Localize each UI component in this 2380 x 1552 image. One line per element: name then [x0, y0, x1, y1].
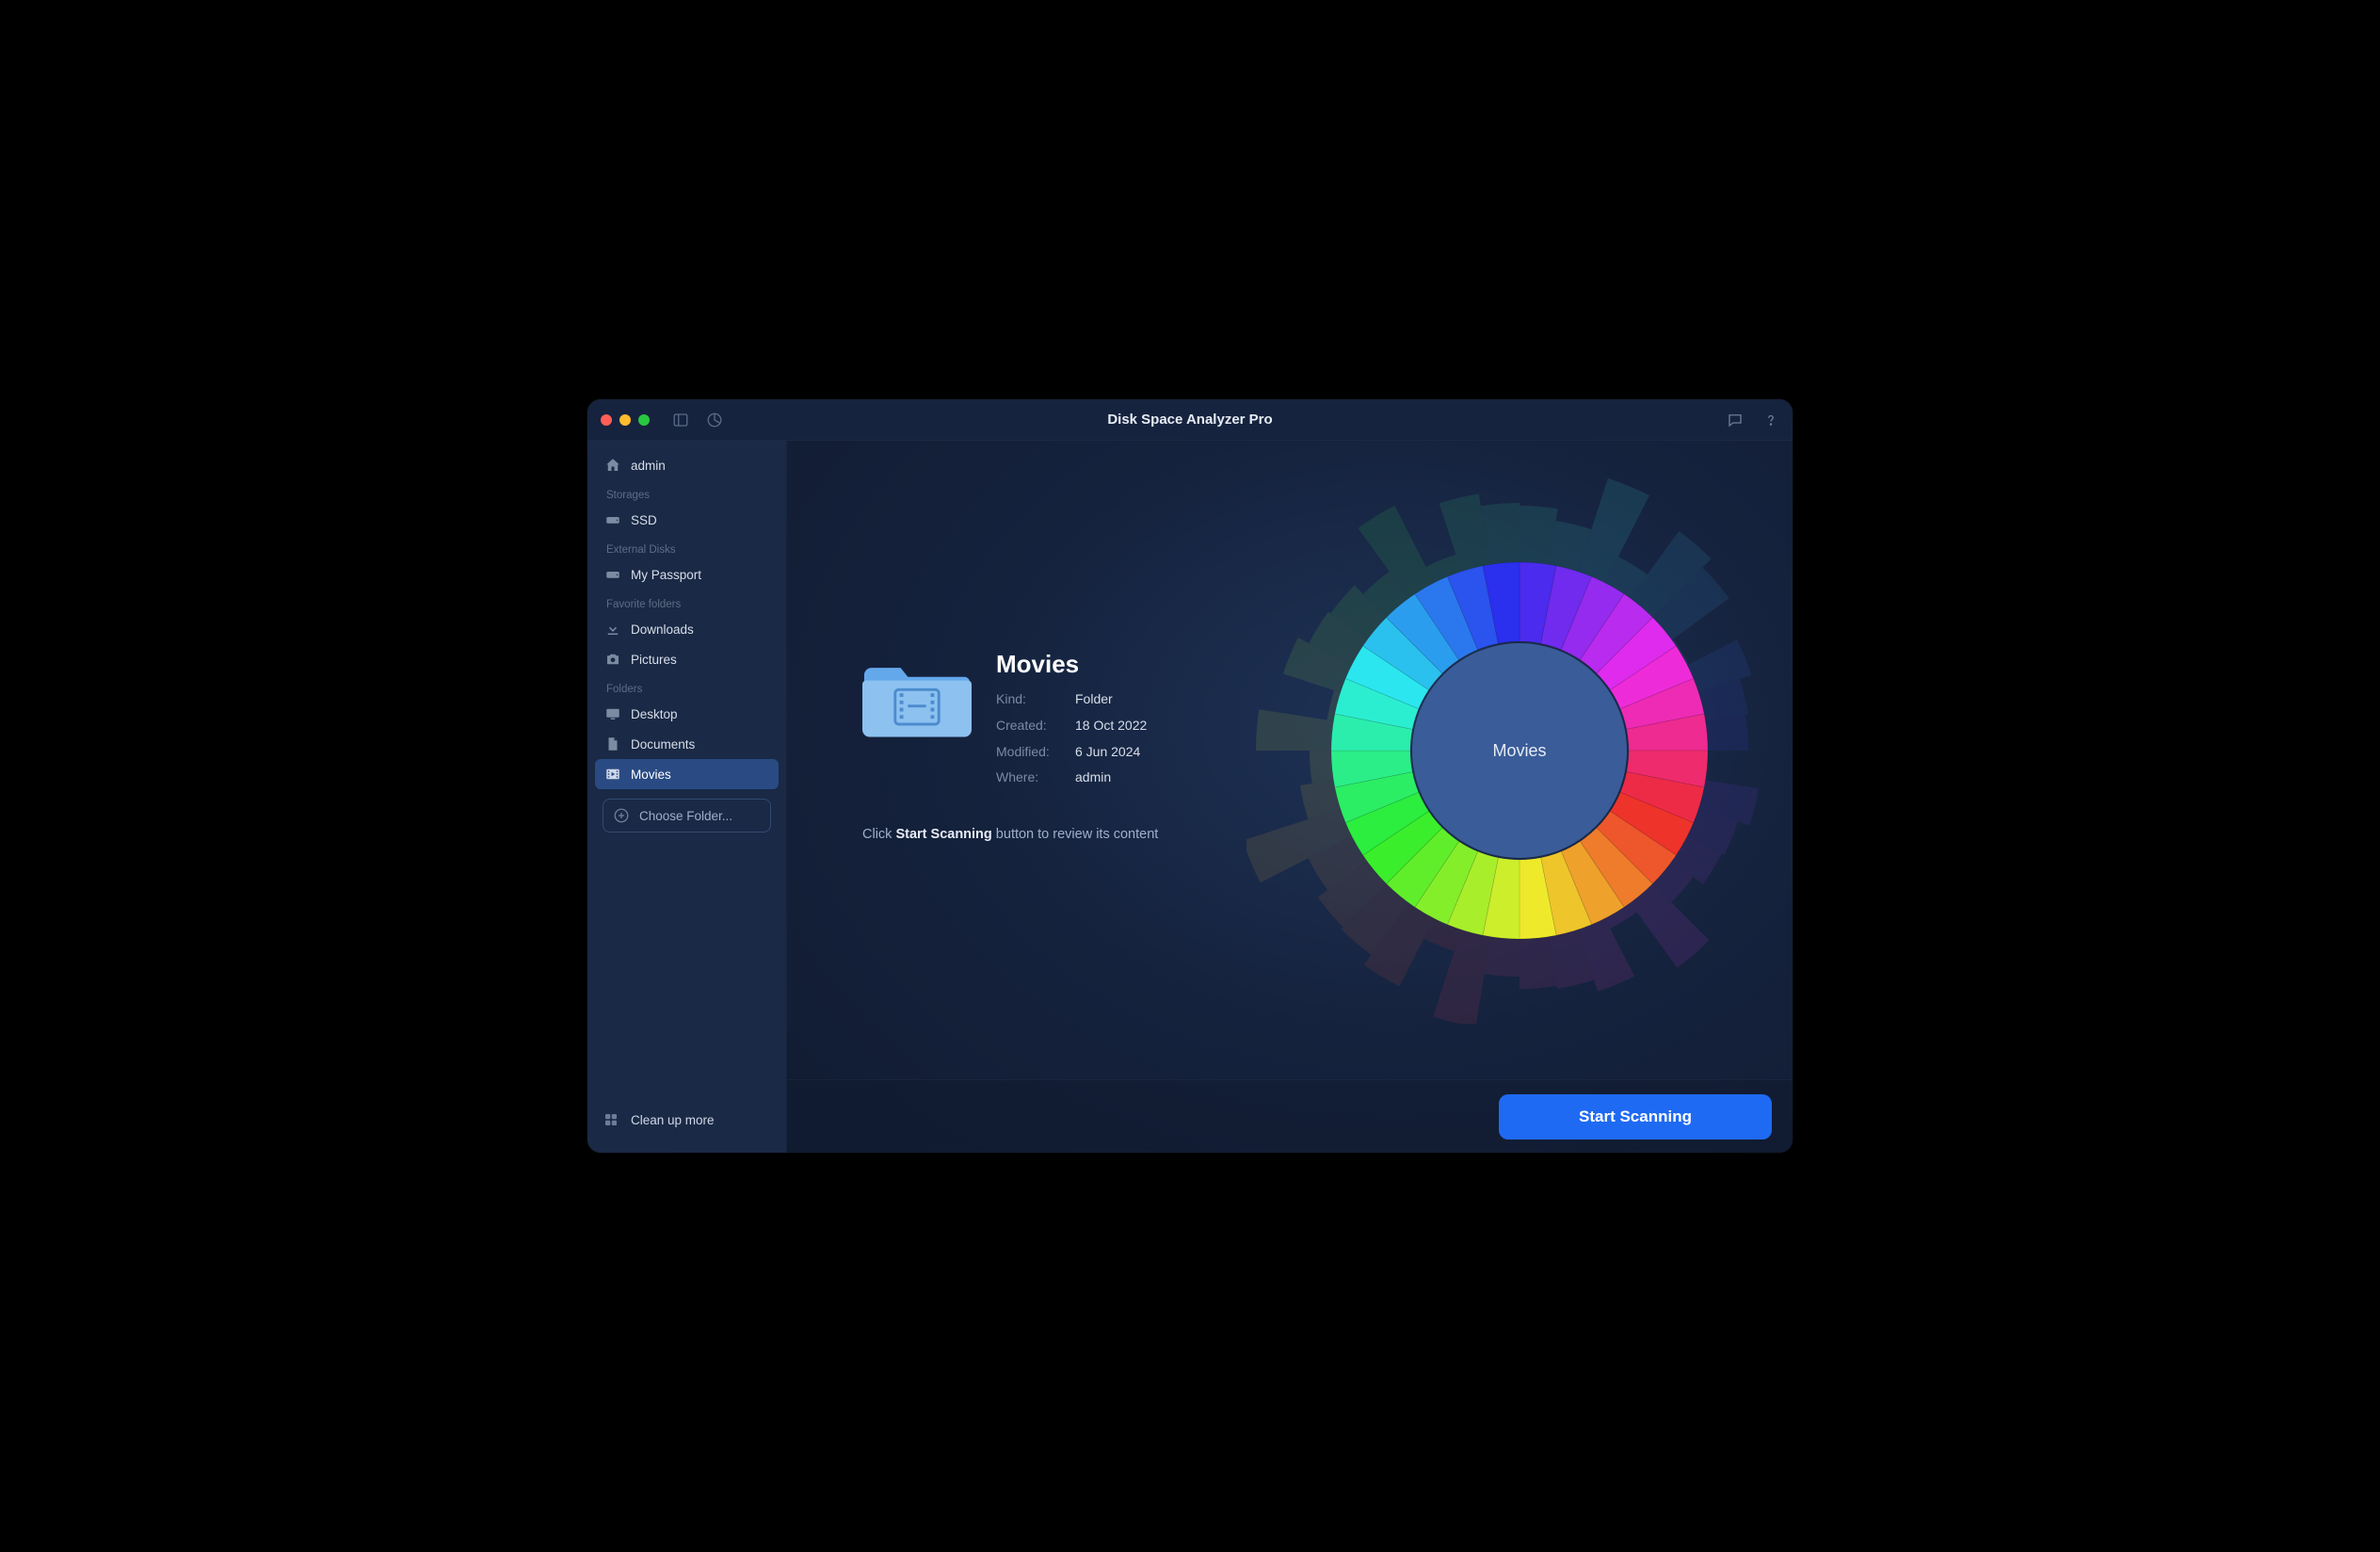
info-value: Folder [1075, 688, 1113, 711]
main-panel: Movies Kind: Folder Created: 18 Oct 2022 M… [787, 441, 1793, 1153]
sidebar-item-label: Downloads [631, 622, 694, 637]
sidebar-item-documents[interactable]: Documents [595, 729, 779, 759]
plus-circle-icon [613, 807, 630, 824]
info-label: Kind: [996, 688, 1062, 711]
sidebar-item-label: admin [631, 459, 666, 473]
sidebar-item-desktop[interactable]: Desktop [595, 699, 779, 729]
cleanup-more-button[interactable]: Clean up more [587, 1100, 786, 1140]
app-window: Disk Space Analyzer Pro admin Storages [587, 399, 1793, 1153]
drive-icon [604, 511, 621, 528]
camera-icon [604, 651, 621, 668]
sidebar: admin Storages SSD External Disks My Pas… [587, 441, 787, 1153]
download-icon [604, 621, 621, 638]
choose-folder-button[interactable]: Choose Folder... [603, 799, 771, 833]
minimize-window-button[interactable] [619, 414, 631, 426]
start-scanning-button[interactable]: Start Scanning [1499, 1094, 1772, 1140]
info-value: admin [1075, 767, 1111, 789]
folder-info: Movies Kind: Folder Created: 18 Oct 2022 M… [862, 650, 1267, 842]
choose-folder-label: Choose Folder... [639, 809, 732, 823]
titlebar: Disk Space Analyzer Pro [587, 399, 1793, 441]
sidebar-section-header: Storages [595, 480, 779, 505]
movie-icon [604, 766, 621, 783]
grid-icon [603, 1111, 619, 1128]
sidebar-item-label: Documents [631, 737, 695, 752]
maximize-window-button[interactable] [638, 414, 650, 426]
sidebar-toggle-icon[interactable] [672, 412, 689, 428]
sidebar-item-label: Pictures [631, 653, 677, 667]
sidebar-section-header: Folders [595, 674, 779, 699]
close-window-button[interactable] [601, 414, 612, 426]
sidebar-item-ssd[interactable]: SSD [595, 505, 779, 535]
sidebar-item-movies[interactable]: Movies [595, 759, 779, 789]
window-title: Disk Space Analyzer Pro [587, 412, 1793, 428]
sidebar-item-pictures[interactable]: Pictures [595, 644, 779, 674]
help-icon[interactable] [1762, 412, 1779, 428]
movies-folder-icon [862, 650, 972, 744]
sidebar-item-label: Movies [631, 768, 671, 782]
monitor-icon [604, 705, 621, 722]
sidebar-item-label: Desktop [631, 707, 678, 721]
sunburst-chart: Movies [1312, 543, 1727, 958]
scan-hint: Click Start Scanning button to review it… [862, 827, 1267, 842]
info-label: Created: [996, 715, 1062, 737]
window-controls [601, 414, 650, 426]
cleanup-more-label: Clean up more [631, 1113, 715, 1127]
sidebar-section-header: Favorite folders [595, 590, 779, 614]
sidebar-item-my-passport[interactable]: My Passport [595, 559, 779, 590]
sidebar-item-label: SSD [631, 513, 657, 527]
info-label: Where: [996, 767, 1062, 789]
pie-overview-icon[interactable] [706, 412, 723, 428]
folder-title: Movies [996, 650, 1147, 679]
main-footer: Start Scanning [787, 1079, 1793, 1153]
document-icon [604, 736, 621, 752]
sidebar-item-downloads[interactable]: Downloads [595, 614, 779, 644]
info-label: Modified: [996, 741, 1062, 764]
sunburst-ring-icon [1312, 543, 1727, 958]
external-drive-icon [604, 566, 621, 583]
sidebar-item-home[interactable]: admin [595, 450, 779, 480]
sidebar-item-label: My Passport [631, 568, 701, 582]
info-value: 6 Jun 2024 [1075, 741, 1140, 764]
home-icon [604, 457, 621, 474]
info-value: 18 Oct 2022 [1075, 715, 1147, 737]
feedback-icon[interactable] [1727, 412, 1744, 428]
sidebar-section-header: External Disks [595, 535, 779, 559]
